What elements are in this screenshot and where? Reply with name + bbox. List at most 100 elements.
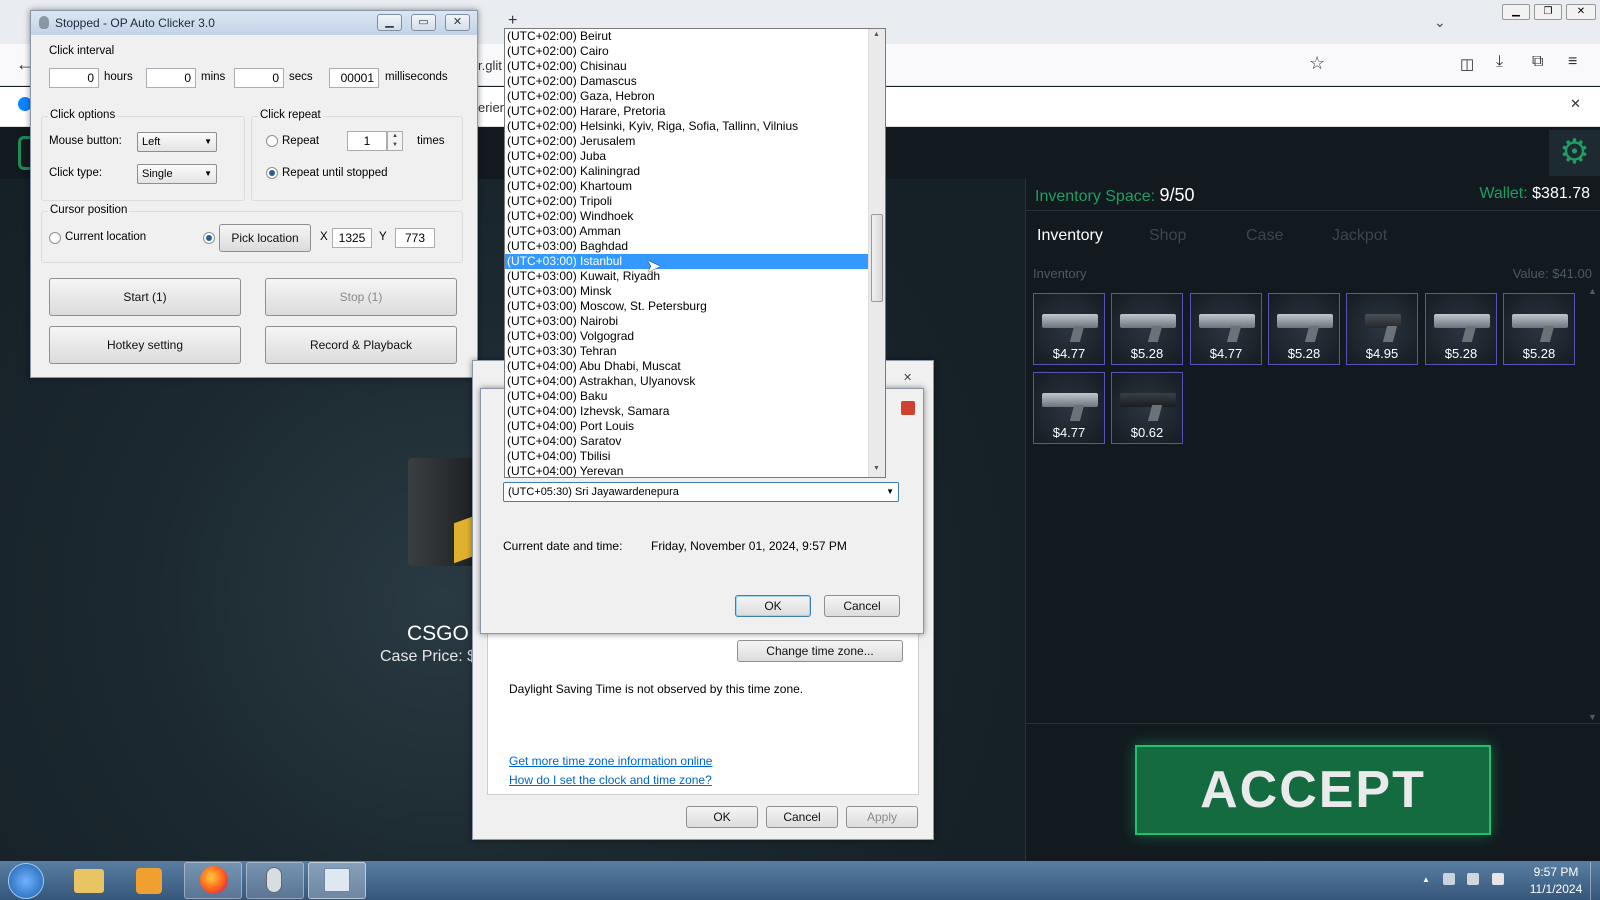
menu-icon[interactable]: ≡ — [1568, 53, 1577, 71]
bookmark-star-icon[interactable]: ☆ — [1309, 53, 1325, 74]
time-zone-option[interactable]: (UTC+04:00) Yerevan — [505, 464, 873, 477]
milliseconds-input[interactable]: 00001 — [329, 68, 379, 88]
explorer-taskbar-icon[interactable] — [74, 869, 104, 893]
tab-jackpot[interactable]: Jackpot — [1332, 227, 1387, 245]
repeat-count-input[interactable]: 1 — [347, 131, 387, 151]
inventory-item[interactable]: $4.77 — [1033, 293, 1105, 365]
time-zone-option[interactable]: (UTC+02:00) Chisinau — [505, 59, 873, 74]
notification-close-icon[interactable]: ✕ — [1570, 96, 1581, 112]
url-fragment[interactable]: r.glit — [478, 58, 502, 73]
start-orb-icon[interactable] — [8, 863, 44, 899]
inventory-item[interactable]: $5.28 — [1111, 293, 1183, 365]
pocket-icon[interactable]: ◫ — [1460, 55, 1474, 73]
inventory-item[interactable]: $0.62 — [1111, 372, 1183, 444]
time-zone-select[interactable]: (UTC+05:30) Sri Jayawardenepura ▼ — [503, 482, 899, 502]
window-minimize-button[interactable]: ▁ — [1502, 4, 1530, 20]
time-zone-dropdown-list[interactable]: (UTC+02:00) Beirut (UTC+02:00) Cairo (UTC+… — [504, 28, 886, 478]
current-location-radio[interactable] — [49, 232, 61, 244]
time-zone-option[interactable]: (UTC+02:00) Helsinki, Kyiv, Riga, Sofia,… — [505, 119, 873, 134]
minimize-button[interactable]: ▁ — [377, 14, 402, 31]
time-zone-option[interactable]: (UTC+04:00) Tbilisi — [505, 449, 873, 464]
tab-case[interactable]: Case — [1246, 227, 1283, 245]
time-zone-option[interactable]: (UTC+03:30) Tehran — [505, 344, 873, 359]
repeat-radio[interactable] — [266, 135, 278, 147]
date-time-ok-button[interactable]: OK — [686, 806, 758, 828]
time-zone-close-button[interactable] — [901, 401, 915, 415]
inventory-item[interactable]: $4.95 — [1346, 293, 1418, 365]
tab-shop[interactable]: Shop — [1149, 227, 1186, 245]
window-restore-button[interactable]: ❐ — [1534, 4, 1562, 20]
repeat-spinner[interactable]: ▲ ▼ — [387, 131, 403, 151]
change-time-zone-button[interactable]: Change time zone... — [737, 640, 903, 662]
inventory-item[interactable]: $4.77 — [1190, 293, 1262, 365]
media-player-taskbar-icon[interactable] — [136, 868, 162, 894]
time-zone-option[interactable]: (UTC+02:00) Kaliningrad — [505, 164, 873, 179]
network-icon[interactable] — [1443, 873, 1455, 885]
tray-expand-icon[interactable]: ▲ — [1422, 875, 1430, 884]
settings-gear-icon[interactable]: ⚙ — [1549, 130, 1600, 176]
inventory-item[interactable]: $4.77 — [1033, 372, 1105, 444]
time-zone-option[interactable]: (UTC+03:00) Baghdad — [505, 239, 873, 254]
time-zone-ok-button[interactable]: OK — [735, 595, 811, 617]
secs-input[interactable]: 0 — [234, 68, 284, 88]
stop-button[interactable]: Stop (1) — [265, 278, 457, 316]
time-zone-option[interactable]: (UTC+03:00) Moscow, St. Petersburg — [505, 299, 873, 314]
scroll-down-icon[interactable]: ▼ — [873, 465, 880, 472]
hours-input[interactable]: 0 — [49, 68, 99, 88]
time-zone-option[interactable]: (UTC+02:00) Juba — [505, 149, 873, 164]
mins-input[interactable]: 0 — [146, 68, 196, 88]
time-zone-option[interactable]: (UTC+04:00) Port Louis — [505, 419, 873, 434]
tab-inventory[interactable]: Inventory — [1037, 227, 1103, 245]
start-button[interactable]: Start (1) — [49, 278, 241, 316]
time-zone-option[interactable]: (UTC+04:00) Baku — [505, 389, 873, 404]
taskbar-date[interactable]: 11/1/2024 — [1524, 882, 1588, 896]
y-input[interactable]: 773 — [395, 228, 435, 248]
dropdown-scrollbar[interactable]: ▲ ▼ — [868, 29, 885, 477]
time-zone-option[interactable]: (UTC+02:00) Tripoli — [505, 194, 873, 209]
time-zone-option[interactable]: (UTC+02:00) Khartoum — [505, 179, 873, 194]
time-zone-option[interactable]: (UTC+03:00) Volgograd — [505, 329, 873, 344]
time-zone-option[interactable]: (UTC+03:00) Kuwait, Riyadh — [505, 269, 873, 284]
time-zone-option[interactable]: (UTC+02:00) Damascus — [505, 74, 873, 89]
record-playback-button[interactable]: Record & Playback — [265, 326, 457, 364]
scroll-up-icon[interactable]: ▲ — [873, 31, 880, 38]
time-zone-option[interactable]: (UTC+02:00) Harare, Pretoria — [505, 104, 873, 119]
inventory-item[interactable]: $5.28 — [1503, 293, 1575, 365]
pick-location-button[interactable]: Pick location — [219, 224, 311, 252]
time-zone-option[interactable]: (UTC+03:00) Istanbul — [505, 254, 873, 269]
time-zone-option[interactable]: (UTC+03:00) Minsk — [505, 284, 873, 299]
taskbar-time[interactable]: 9:57 PM — [1526, 865, 1586, 879]
close-button[interactable]: ✕ — [445, 14, 470, 31]
hotkey-setting-button[interactable]: Hotkey setting — [49, 326, 241, 364]
date-time-apply-button[interactable]: Apply — [846, 806, 918, 828]
scrollbar-thumb[interactable] — [871, 214, 883, 302]
accept-button[interactable]: ACCEPT — [1135, 745, 1491, 835]
extensions-icon[interactable]: ⧉ — [1532, 53, 1543, 71]
time-zone-option[interactable]: (UTC+04:00) Astrakhan, Ulyanovsk — [505, 374, 873, 389]
show-desktop-button[interactable] — [1590, 862, 1600, 900]
mouse-button-select[interactable]: Left ▼ — [137, 132, 217, 152]
pick-location-radio[interactable] — [203, 232, 215, 244]
time-zone-option[interactable]: (UTC+02:00) Gaza, Hebron — [505, 89, 873, 104]
inventory-item[interactable]: $5.28 — [1425, 293, 1497, 365]
download-icon[interactable]: ⤓ — [1496, 53, 1503, 71]
time-zone-option[interactable]: (UTC+02:00) Cairo — [505, 44, 873, 59]
x-input[interactable]: 1325 — [332, 228, 372, 248]
time-zone-option[interactable]: (UTC+04:00) Abu Dhabi, Muscat — [505, 359, 873, 374]
maximize-button[interactable]: ▭ — [411, 14, 436, 31]
time-zone-option[interactable]: (UTC+02:00) Beirut — [505, 29, 873, 44]
time-zone-option[interactable]: (UTC+04:00) Izhevsk, Samara — [505, 404, 873, 419]
time-zone-option[interactable]: (UTC+02:00) Jerusalem — [505, 134, 873, 149]
inventory-scroll-up-icon[interactable]: ▲ — [1588, 286, 1597, 296]
chevron-down-icon[interactable]: ⌄ — [1434, 14, 1446, 31]
time-zone-option[interactable]: (UTC+03:00) Nairobi — [505, 314, 873, 329]
click-type-select[interactable]: Single ▼ — [137, 164, 217, 184]
time-zone-option[interactable]: (UTC+04:00) Saratov — [505, 434, 873, 449]
date-time-cancel-button[interactable]: Cancel — [766, 806, 838, 828]
inventory-item[interactable]: $5.28 — [1268, 293, 1340, 365]
time-zone-cancel-button[interactable]: Cancel — [824, 595, 900, 617]
time-zone-option[interactable]: (UTC+02:00) Windhoek — [505, 209, 873, 224]
how-to-set-clock-link[interactable]: How do I set the clock and time zone? — [509, 773, 712, 787]
window-close-button[interactable]: ✕ — [1566, 4, 1596, 20]
action-center-flag-icon[interactable] — [1492, 873, 1504, 885]
